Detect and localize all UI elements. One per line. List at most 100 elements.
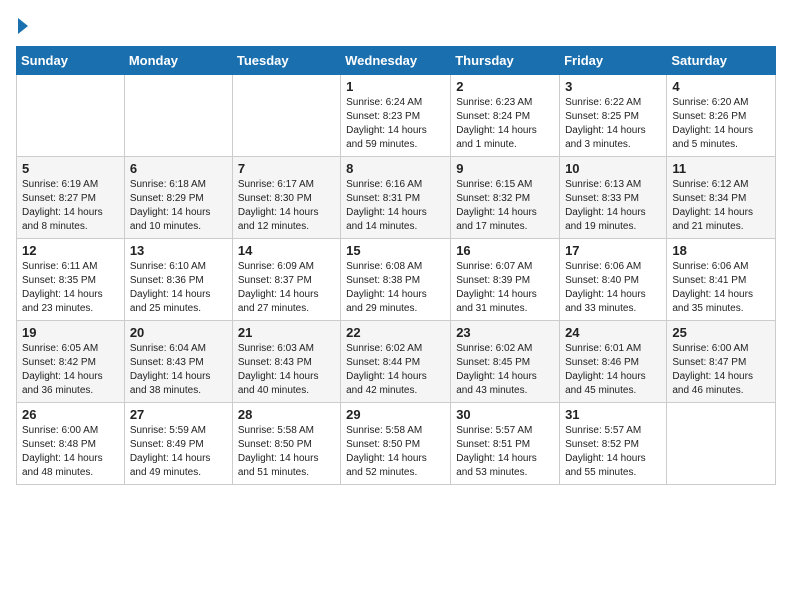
sunrise-text: Sunrise: 6:01 AM [565,343,641,354]
day-number: 17 [565,243,661,258]
sunrise-text: Sunrise: 6:00 AM [22,425,98,436]
day-info: Sunrise: 6:06 AM Sunset: 8:40 PM Dayligh… [565,260,661,316]
day-info: Sunrise: 6:22 AM Sunset: 8:25 PM Dayligh… [565,96,661,152]
sunrise-text: Sunrise: 6:16 AM [346,179,422,190]
sunrise-text: Sunrise: 6:22 AM [565,97,641,108]
sunset-text: Sunset: 8:51 PM [456,439,530,450]
daylight-text: Daylight: 14 hours and 53 minutes. [456,453,537,478]
calendar-day-cell: 27 Sunrise: 5:59 AM Sunset: 8:49 PM Dayl… [124,403,232,485]
day-number: 9 [456,161,554,176]
sunset-text: Sunset: 8:50 PM [346,439,420,450]
calendar-day-cell: 28 Sunrise: 5:58 AM Sunset: 8:50 PM Dayl… [232,403,340,485]
day-info: Sunrise: 6:00 AM Sunset: 8:47 PM Dayligh… [672,342,770,398]
day-info: Sunrise: 6:12 AM Sunset: 8:34 PM Dayligh… [672,178,770,234]
daylight-text: Daylight: 14 hours and 45 minutes. [565,371,646,396]
calendar-week-row: 12 Sunrise: 6:11 AM Sunset: 8:35 PM Dayl… [17,239,776,321]
daylight-text: Daylight: 14 hours and 12 minutes. [238,207,319,232]
daylight-text: Daylight: 14 hours and 49 minutes. [130,453,211,478]
calendar-day-cell: 15 Sunrise: 6:08 AM Sunset: 8:38 PM Dayl… [341,239,451,321]
day-number: 14 [238,243,335,258]
calendar-day-cell: 24 Sunrise: 6:01 AM Sunset: 8:46 PM Dayl… [560,321,667,403]
day-number: 24 [565,325,661,340]
sunset-text: Sunset: 8:31 PM [346,193,420,204]
calendar-day-cell: 16 Sunrise: 6:07 AM Sunset: 8:39 PM Dayl… [451,239,560,321]
day-info: Sunrise: 6:03 AM Sunset: 8:43 PM Dayligh… [238,342,335,398]
daylight-text: Daylight: 14 hours and 36 minutes. [22,371,103,396]
day-info: Sunrise: 6:15 AM Sunset: 8:32 PM Dayligh… [456,178,554,234]
daylight-text: Daylight: 14 hours and 40 minutes. [238,371,319,396]
day-number: 25 [672,325,770,340]
calendar-day-cell: 22 Sunrise: 6:02 AM Sunset: 8:44 PM Dayl… [341,321,451,403]
calendar-day-cell: 26 Sunrise: 6:00 AM Sunset: 8:48 PM Dayl… [17,403,125,485]
sunrise-text: Sunrise: 5:57 AM [456,425,532,436]
calendar-day-cell: 12 Sunrise: 6:11 AM Sunset: 8:35 PM Dayl… [17,239,125,321]
daylight-text: Daylight: 14 hours and 42 minutes. [346,371,427,396]
sunset-text: Sunset: 8:42 PM [22,357,96,368]
daylight-text: Daylight: 14 hours and 10 minutes. [130,207,211,232]
sunset-text: Sunset: 8:26 PM [672,111,746,122]
sunrise-text: Sunrise: 5:59 AM [130,425,206,436]
calendar-day-cell: 14 Sunrise: 6:09 AM Sunset: 8:37 PM Dayl… [232,239,340,321]
page-header [16,16,776,34]
sunrise-text: Sunrise: 6:20 AM [672,97,748,108]
daylight-text: Daylight: 14 hours and 3 minutes. [565,125,646,150]
daylight-text: Daylight: 14 hours and 17 minutes. [456,207,537,232]
calendar-day-cell: 17 Sunrise: 6:06 AM Sunset: 8:40 PM Dayl… [560,239,667,321]
sunset-text: Sunset: 8:49 PM [130,439,204,450]
sunset-text: Sunset: 8:24 PM [456,111,530,122]
daylight-text: Daylight: 14 hours and 33 minutes. [565,289,646,314]
sunrise-text: Sunrise: 6:15 AM [456,179,532,190]
day-number: 21 [238,325,335,340]
day-info: Sunrise: 6:13 AM Sunset: 8:33 PM Dayligh… [565,178,661,234]
daylight-text: Daylight: 14 hours and 43 minutes. [456,371,537,396]
sunset-text: Sunset: 8:43 PM [238,357,312,368]
calendar-day-cell: 18 Sunrise: 6:06 AM Sunset: 8:41 PM Dayl… [667,239,776,321]
sunrise-text: Sunrise: 6:12 AM [672,179,748,190]
daylight-text: Daylight: 14 hours and 38 minutes. [130,371,211,396]
day-number: 3 [565,79,661,94]
day-of-week-header: Sunday [17,47,125,75]
day-number: 23 [456,325,554,340]
calendar-day-cell: 23 Sunrise: 6:02 AM Sunset: 8:45 PM Dayl… [451,321,560,403]
daylight-text: Daylight: 14 hours and 35 minutes. [672,289,753,314]
calendar-week-row: 26 Sunrise: 6:00 AM Sunset: 8:48 PM Dayl… [17,403,776,485]
calendar-day-cell: 31 Sunrise: 5:57 AM Sunset: 8:52 PM Dayl… [560,403,667,485]
sunset-text: Sunset: 8:50 PM [238,439,312,450]
sunset-text: Sunset: 8:32 PM [456,193,530,204]
sunrise-text: Sunrise: 6:03 AM [238,343,314,354]
daylight-text: Daylight: 14 hours and 19 minutes. [565,207,646,232]
day-info: Sunrise: 6:17 AM Sunset: 8:30 PM Dayligh… [238,178,335,234]
logo [16,16,28,34]
calendar-day-cell [124,75,232,157]
day-info: Sunrise: 6:16 AM Sunset: 8:31 PM Dayligh… [346,178,445,234]
calendar-week-row: 1 Sunrise: 6:24 AM Sunset: 8:23 PM Dayli… [17,75,776,157]
day-number: 26 [22,407,119,422]
calendar-header-row: SundayMondayTuesdayWednesdayThursdayFrid… [17,47,776,75]
day-info: Sunrise: 5:58 AM Sunset: 8:50 PM Dayligh… [238,424,335,480]
sunrise-text: Sunrise: 6:05 AM [22,343,98,354]
sunset-text: Sunset: 8:44 PM [346,357,420,368]
day-of-week-header: Tuesday [232,47,340,75]
sunrise-text: Sunrise: 6:11 AM [22,261,97,272]
sunrise-text: Sunrise: 6:18 AM [130,179,206,190]
day-of-week-header: Wednesday [341,47,451,75]
sunset-text: Sunset: 8:27 PM [22,193,96,204]
daylight-text: Daylight: 14 hours and 29 minutes. [346,289,427,314]
day-number: 15 [346,243,445,258]
sunrise-text: Sunrise: 6:06 AM [672,261,748,272]
calendar-day-cell: 7 Sunrise: 6:17 AM Sunset: 8:30 PM Dayli… [232,157,340,239]
calendar-day-cell: 13 Sunrise: 6:10 AM Sunset: 8:36 PM Dayl… [124,239,232,321]
sunrise-text: Sunrise: 6:24 AM [346,97,422,108]
day-number: 30 [456,407,554,422]
day-number: 7 [238,161,335,176]
day-number: 8 [346,161,445,176]
logo-arrow-icon [18,18,28,34]
day-info: Sunrise: 5:59 AM Sunset: 8:49 PM Dayligh… [130,424,227,480]
day-info: Sunrise: 6:24 AM Sunset: 8:23 PM Dayligh… [346,96,445,152]
calendar-day-cell: 9 Sunrise: 6:15 AM Sunset: 8:32 PM Dayli… [451,157,560,239]
calendar-day-cell: 1 Sunrise: 6:24 AM Sunset: 8:23 PM Dayli… [341,75,451,157]
calendar-day-cell [232,75,340,157]
day-info: Sunrise: 6:05 AM Sunset: 8:42 PM Dayligh… [22,342,119,398]
day-of-week-header: Monday [124,47,232,75]
sunset-text: Sunset: 8:39 PM [456,275,530,286]
